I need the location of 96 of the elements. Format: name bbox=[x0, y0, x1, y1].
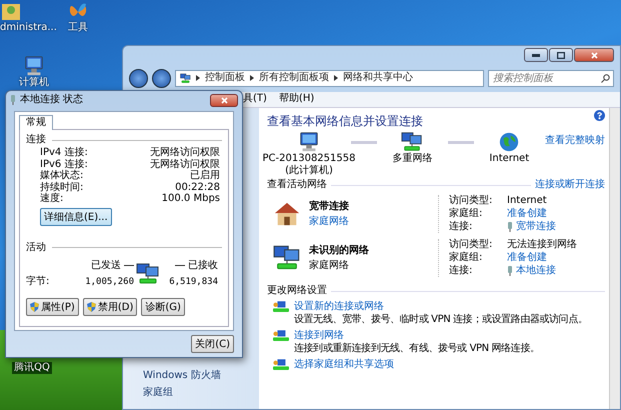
maximize-button[interactable] bbox=[549, 48, 573, 62]
property-label: 连接: bbox=[449, 265, 474, 277]
dialog-button[interactable]: 禁用(D) bbox=[82, 298, 138, 316]
property-value: 100.0 Mbps bbox=[160, 193, 220, 204]
network-name: 宽带连接 bbox=[309, 200, 349, 212]
search-field[interactable]: 搜索控制面板 bbox=[488, 70, 614, 86]
maximize-icon bbox=[557, 52, 565, 58]
desktop-icon-label[interactable]: dministra... bbox=[0, 22, 57, 34]
dialog-button[interactable]: 属性(P) bbox=[26, 298, 79, 316]
task-description: 连接到或重新连接到无线、有线、拨号或 VPN 网络连接。 bbox=[294, 343, 540, 355]
desktop-icon-label[interactable]: 腾讯QQ bbox=[12, 362, 52, 374]
network-computers-icon bbox=[136, 262, 160, 286]
sent-label: 已发送 bbox=[91, 260, 121, 272]
back-button[interactable] bbox=[129, 68, 148, 88]
shield-icon bbox=[30, 302, 39, 312]
network-task-icon bbox=[273, 301, 289, 314]
scrollbar[interactable] bbox=[609, 108, 620, 409]
details-button[interactable]: 详细信息(E)... bbox=[40, 208, 112, 226]
menu-item[interactable]: 帮助(H) bbox=[278, 93, 314, 106]
chevron-icon bbox=[250, 75, 254, 81]
map-node-sublabel: (此计算机) bbox=[285, 165, 333, 177]
received-label: 已接收 bbox=[188, 260, 218, 272]
property-label: IPv4 连接: bbox=[40, 147, 89, 158]
desktop-icon-label[interactable]: 计算机 bbox=[19, 77, 49, 89]
globe-icon bbox=[498, 131, 520, 153]
forward-button[interactable] bbox=[152, 68, 171, 88]
bytes-label: 字节: bbox=[26, 276, 50, 288]
close-button[interactable] bbox=[574, 48, 614, 62]
minimize-button[interactable] bbox=[524, 48, 548, 62]
network-type-link[interactable]: 家庭网络 bbox=[309, 216, 349, 228]
property-label: 持续时间: bbox=[40, 182, 84, 192]
property-label: 访问类型: bbox=[449, 195, 494, 207]
property-label: 家庭组: bbox=[449, 252, 484, 264]
map-node-label: 多重网络 bbox=[392, 153, 432, 165]
task-description: 设置无线、宽带、拨号、临时或 VPN 连接；或设置路由器或访问点。 bbox=[294, 314, 588, 326]
property-value: 无法连接到网络 bbox=[507, 239, 577, 251]
full-map-link[interactable]: 查看完整映射 bbox=[545, 135, 605, 147]
property-value: 00:22:28 bbox=[174, 182, 220, 193]
minimize-icon bbox=[532, 54, 540, 56]
group-title: 活动 bbox=[26, 242, 46, 254]
property-value: Internet bbox=[507, 195, 548, 207]
network-type: 家庭网络 bbox=[309, 260, 350, 272]
network-task-icon bbox=[273, 330, 289, 343]
close-icon bbox=[590, 52, 598, 58]
dialog-title: 本地连接 状态 bbox=[20, 94, 84, 106]
computer-icon bbox=[23, 55, 45, 77]
property-value: 无网络访问权限 bbox=[150, 158, 220, 170]
dialog-button[interactable]: 诊断(G) bbox=[141, 298, 185, 316]
shield-icon bbox=[86, 302, 96, 312]
address-bar[interactable]: 控制面板 所有控制面板项 网络和共享中心 bbox=[175, 70, 484, 86]
property-label: 访问类型: bbox=[449, 239, 494, 251]
page-heading: 查看基本网络信息并设置连接 bbox=[267, 114, 423, 129]
network-icon bbox=[401, 131, 424, 153]
plug-icon bbox=[507, 222, 513, 232]
network-name: 未识别的网络 bbox=[309, 244, 369, 256]
map-node-label: Internet bbox=[489, 153, 530, 165]
task-link[interactable]: 连接到网络 bbox=[294, 330, 540, 342]
house-icon bbox=[273, 201, 301, 227]
nav-link[interactable]: Windows 防火墙 bbox=[143, 370, 259, 382]
connection-link[interactable]: 宽带连接 bbox=[516, 221, 556, 233]
plug-icon bbox=[10, 95, 16, 105]
map-node-label: PC-201308251558 bbox=[262, 153, 356, 164]
section-title: 更改网络设置 bbox=[267, 285, 327, 297]
computer-icon bbox=[298, 131, 320, 153]
connect-link[interactable]: 连接或断开连接 bbox=[535, 179, 605, 191]
network-icon bbox=[273, 244, 301, 272]
desktop-icon-label[interactable]: 工具 bbox=[68, 22, 88, 34]
task-link[interactable]: 选择家庭组和共享选项 bbox=[294, 359, 394, 371]
menu-item[interactable]: 具(T) bbox=[243, 93, 267, 106]
property-label: 连接: bbox=[449, 221, 474, 233]
section-title: 查看活动网络 bbox=[267, 179, 327, 191]
close-icon bbox=[220, 96, 228, 104]
property-value: 无网络访问权限 bbox=[150, 147, 220, 158]
property-value: 已启用 bbox=[189, 170, 220, 182]
property-label: 媒体状态: bbox=[40, 170, 84, 182]
help-icon[interactable] bbox=[594, 110, 605, 121]
bytes-received: 6,519,834 bbox=[168, 276, 218, 288]
close-dialog-button[interactable]: 关闭(C) bbox=[191, 335, 234, 353]
close-button[interactable] bbox=[210, 94, 238, 106]
homegroup-link[interactable]: 准备创建 bbox=[507, 208, 556, 220]
property-label: 家庭组: bbox=[449, 208, 484, 220]
property-label: 速度: bbox=[40, 193, 64, 204]
bytes-sent: 1,005,260 bbox=[84, 276, 134, 288]
connection-link[interactable]: 本地连接 bbox=[516, 265, 556, 277]
plug-icon bbox=[507, 266, 513, 276]
task-link[interactable]: 设置新的连接或网络 bbox=[294, 301, 588, 313]
network-icon bbox=[180, 72, 191, 84]
chevron-icon bbox=[196, 75, 200, 81]
tab[interactable]: 常规 bbox=[19, 115, 53, 130]
search-icon bbox=[601, 74, 610, 82]
nav-link[interactable]: 家庭组 bbox=[143, 387, 259, 399]
chevron-icon bbox=[334, 75, 338, 81]
property-label: IPv6 连接: bbox=[40, 158, 89, 170]
network-task-icon bbox=[273, 359, 289, 372]
group-title: 连接 bbox=[26, 134, 46, 146]
homegroup-link[interactable]: 准备创建 bbox=[507, 252, 577, 264]
